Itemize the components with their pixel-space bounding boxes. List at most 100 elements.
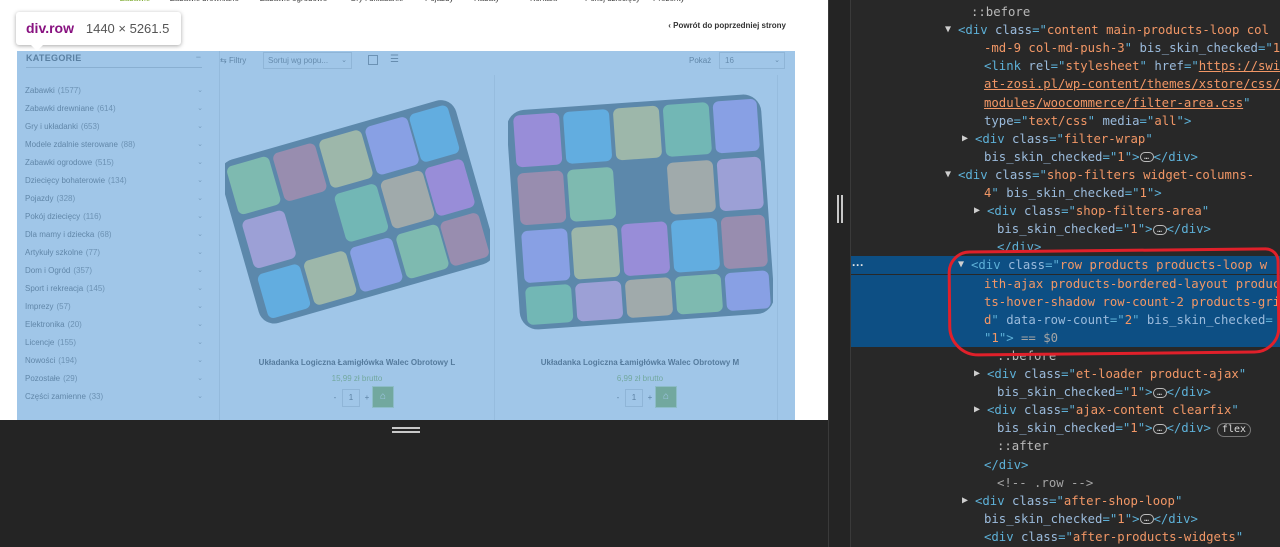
nav-item[interactable]: Kontakt [530, 0, 557, 3]
chevron-down-icon[interactable]: ⌄ [197, 266, 203, 274]
chevron-down-icon[interactable]: ⌄ [197, 338, 203, 346]
dom-tree-line[interactable]: bis_skin_checked="1">… </div> [851, 220, 1280, 238]
resize-handle-vertical[interactable] [837, 195, 843, 223]
quantity-increase-button[interactable]: + [645, 393, 655, 402]
product-card[interactable]: Układanka Logiczna Łamigłówka Walec Obro… [503, 75, 778, 420]
ellipsis-button[interactable]: … [1152, 387, 1167, 398]
nav-item[interactable]: Pojazdy [425, 0, 453, 3]
dom-tree-line[interactable]: at-zosi.pl/wp-content/themes/xstore/css/ [851, 75, 1280, 93]
dom-tree-line[interactable]: 4" bis_skin_checked="1"> [851, 184, 1280, 202]
chevron-down-icon[interactable]: ⌄ [197, 86, 203, 94]
chevron-down-icon[interactable]: ⌄ [197, 302, 203, 310]
chevron-down-icon[interactable]: ⌄ [197, 230, 203, 238]
chevron-down-icon[interactable]: ⌄ [197, 392, 203, 400]
sort-select[interactable]: Sortuj wg popu... ⌄ [263, 52, 352, 69]
chevron-down-icon[interactable]: ⌄ [197, 248, 203, 256]
nav-item[interactable]: Gry i układanki [350, 0, 403, 3]
chevron-down-icon[interactable]: ⌄ [197, 284, 203, 292]
collapse-triangle-icon[interactable]: ▶ [974, 401, 980, 419]
collapse-icon[interactable]: − [196, 52, 201, 62]
expand-triangle-icon[interactable]: ▼ [945, 21, 951, 39]
category-item[interactable]: Dom i Ogród (357) ⌄ [25, 266, 203, 280]
product-name[interactable]: Układanka Logiczna Łamigłówka Walec Obro… [503, 358, 777, 367]
collapse-triangle-icon[interactable]: ▶ [962, 130, 968, 148]
collapse-triangle-icon[interactable]: ▶ [974, 365, 980, 383]
list-view-icon[interactable]: ☰ [390, 55, 399, 65]
dom-tree-line[interactable]: ▼ <div class="content main-products-loop … [851, 21, 1280, 39]
panel-splitter[interactable] [828, 0, 851, 547]
expand-triangle-icon[interactable]: ▼ [945, 166, 951, 184]
category-item[interactable]: Elektronika (20) ⌄ [25, 320, 203, 334]
category-item[interactable]: Licencje (155) ⌄ [25, 338, 203, 352]
category-item[interactable]: Nowości (194) ⌄ [25, 356, 203, 370]
grid-view-icon[interactable] [368, 55, 378, 65]
chevron-down-icon[interactable]: ⌄ [197, 122, 203, 130]
category-item[interactable]: Zabawki ogrodowe (515) ⌄ [25, 158, 203, 172]
nav-item[interactable]: Zabawki [120, 0, 150, 3]
dom-tree-line[interactable]: bis_skin_checked="1">… </div> [851, 148, 1280, 166]
dom-tree-line[interactable]: ▶ <div class="ajax-content clearfix" [851, 401, 1280, 419]
chevron-down-icon[interactable]: ⌄ [197, 140, 203, 148]
nav-item[interactable]: Zabawki drewniane [170, 0, 239, 3]
dom-tree-line[interactable]: type="text/css" media="all"> [851, 112, 1280, 130]
quantity-increase-button[interactable]: + [362, 393, 372, 402]
collapse-triangle-icon[interactable]: ▶ [962, 492, 968, 510]
category-item[interactable]: Pokój dziecięcy (116) ⌄ [25, 212, 203, 226]
quantity-input[interactable]: 1 [342, 389, 360, 407]
ellipsis-button[interactable]: … [1139, 152, 1154, 163]
dom-tree-line[interactable]: modules/woocommerce/filter-area.css" [851, 94, 1280, 112]
chevron-down-icon[interactable]: ⌄ [197, 158, 203, 166]
category-item[interactable]: Zabawki drewniane (614) ⌄ [25, 104, 203, 118]
category-item[interactable]: Gry i układanki (653) ⌄ [25, 122, 203, 136]
category-item[interactable]: Zabawki (1577) ⌄ [25, 86, 203, 100]
nav-item[interactable]: Rabaty [474, 0, 499, 3]
category-item[interactable]: Dla mamy i dziecka (68) ⌄ [25, 230, 203, 244]
per-page-select[interactable]: 16 ⌄ [719, 52, 785, 69]
flex-badge[interactable]: flex [1216, 423, 1252, 438]
category-item[interactable]: Modele zdalnie sterowane (88) ⌄ [25, 140, 203, 154]
stylesheet-link[interactable]: modules/woocommerce/filter-area.css [984, 96, 1243, 110]
dom-tree-line[interactable]: -md-9 col-md-push-3" bis_skin_checked="1… [851, 39, 1280, 57]
chevron-down-icon[interactable]: ⌄ [197, 320, 203, 328]
dom-tree-line[interactable]: <div class="after-products-widgets" [851, 528, 1280, 546]
category-item[interactable]: Artykuły szkolne (77) ⌄ [25, 248, 203, 262]
category-item[interactable]: Imprezy (57) ⌄ [25, 302, 203, 316]
dom-tree-line[interactable]: bis_skin_checked="1">… </div> [851, 383, 1280, 401]
dom-tree-line[interactable]: </div> [851, 456, 1280, 474]
add-to-cart-button[interactable]: ⌂ [372, 386, 394, 408]
chevron-down-icon[interactable]: ⌄ [197, 374, 203, 382]
category-item[interactable]: Sport i rekreacja (145) ⌄ [25, 284, 203, 298]
product-name[interactable]: Układanka Logiczna Łamigłówka Walec Obro… [220, 358, 494, 367]
dom-tree-line[interactable]: ▶ <div class="et-loader product-ajax" [851, 365, 1280, 383]
dom-tree-line[interactable]: ▶ <div class="after-shop-loop" [851, 492, 1280, 510]
dom-tree-line[interactable]: bis_skin_checked="1">… </div> [851, 510, 1280, 528]
category-item[interactable]: Pojazdy (328) ⌄ [25, 194, 203, 208]
ellipsis-button[interactable]: … [1152, 224, 1167, 235]
collapse-triangle-icon[interactable]: ▶ [974, 202, 980, 220]
dom-tree-line[interactable]: bis_skin_checked="1">… </div> flex [851, 419, 1280, 438]
more-options-icon[interactable]: ··· [852, 258, 864, 272]
ellipsis-button[interactable]: … [1139, 514, 1154, 525]
quantity-decrease-button[interactable]: - [613, 393, 623, 402]
chevron-down-icon[interactable]: ⌄ [197, 176, 203, 184]
nav-item[interactable]: Zabawki ogrodowe [260, 0, 327, 3]
category-item[interactable]: Pozostałe (29) ⌄ [25, 374, 203, 388]
ellipsis-button[interactable]: … [1152, 423, 1167, 434]
quantity-input[interactable]: 1 [625, 389, 643, 407]
dom-tree-line[interactable]: <link rel="stylesheet" href="https://swi [851, 57, 1280, 75]
product-image[interactable] [225, 87, 490, 337]
product-image[interactable] [508, 87, 773, 337]
dom-tree-line[interactable]: ▶ <div class="filter-wrap" [851, 130, 1280, 148]
chevron-down-icon[interactable]: ⌄ [197, 194, 203, 202]
chevron-down-icon[interactable]: ⌄ [197, 356, 203, 364]
nav-item[interactable]: Prezenty [653, 0, 685, 3]
dom-tree-line[interactable]: ▼ <div class="shop-filters widget-columns… [851, 166, 1280, 184]
dom-tree-line[interactable]: ::before [851, 3, 1280, 21]
stylesheet-link[interactable]: https://swi [1199, 59, 1280, 73]
product-card[interactable]: Układanka Logiczna Łamigłówka Walec Obro… [220, 75, 495, 420]
category-item[interactable]: Dziecięcy bohaterowie (134) ⌄ [25, 176, 203, 190]
chevron-down-icon[interactable]: ⌄ [197, 104, 203, 112]
dom-tree-line[interactable]: ::after [851, 437, 1280, 455]
nav-item[interactable]: Pokój dziecięcy [585, 0, 640, 3]
back-link[interactable]: ‹ Powrót do poprzedniej strony [668, 21, 786, 30]
